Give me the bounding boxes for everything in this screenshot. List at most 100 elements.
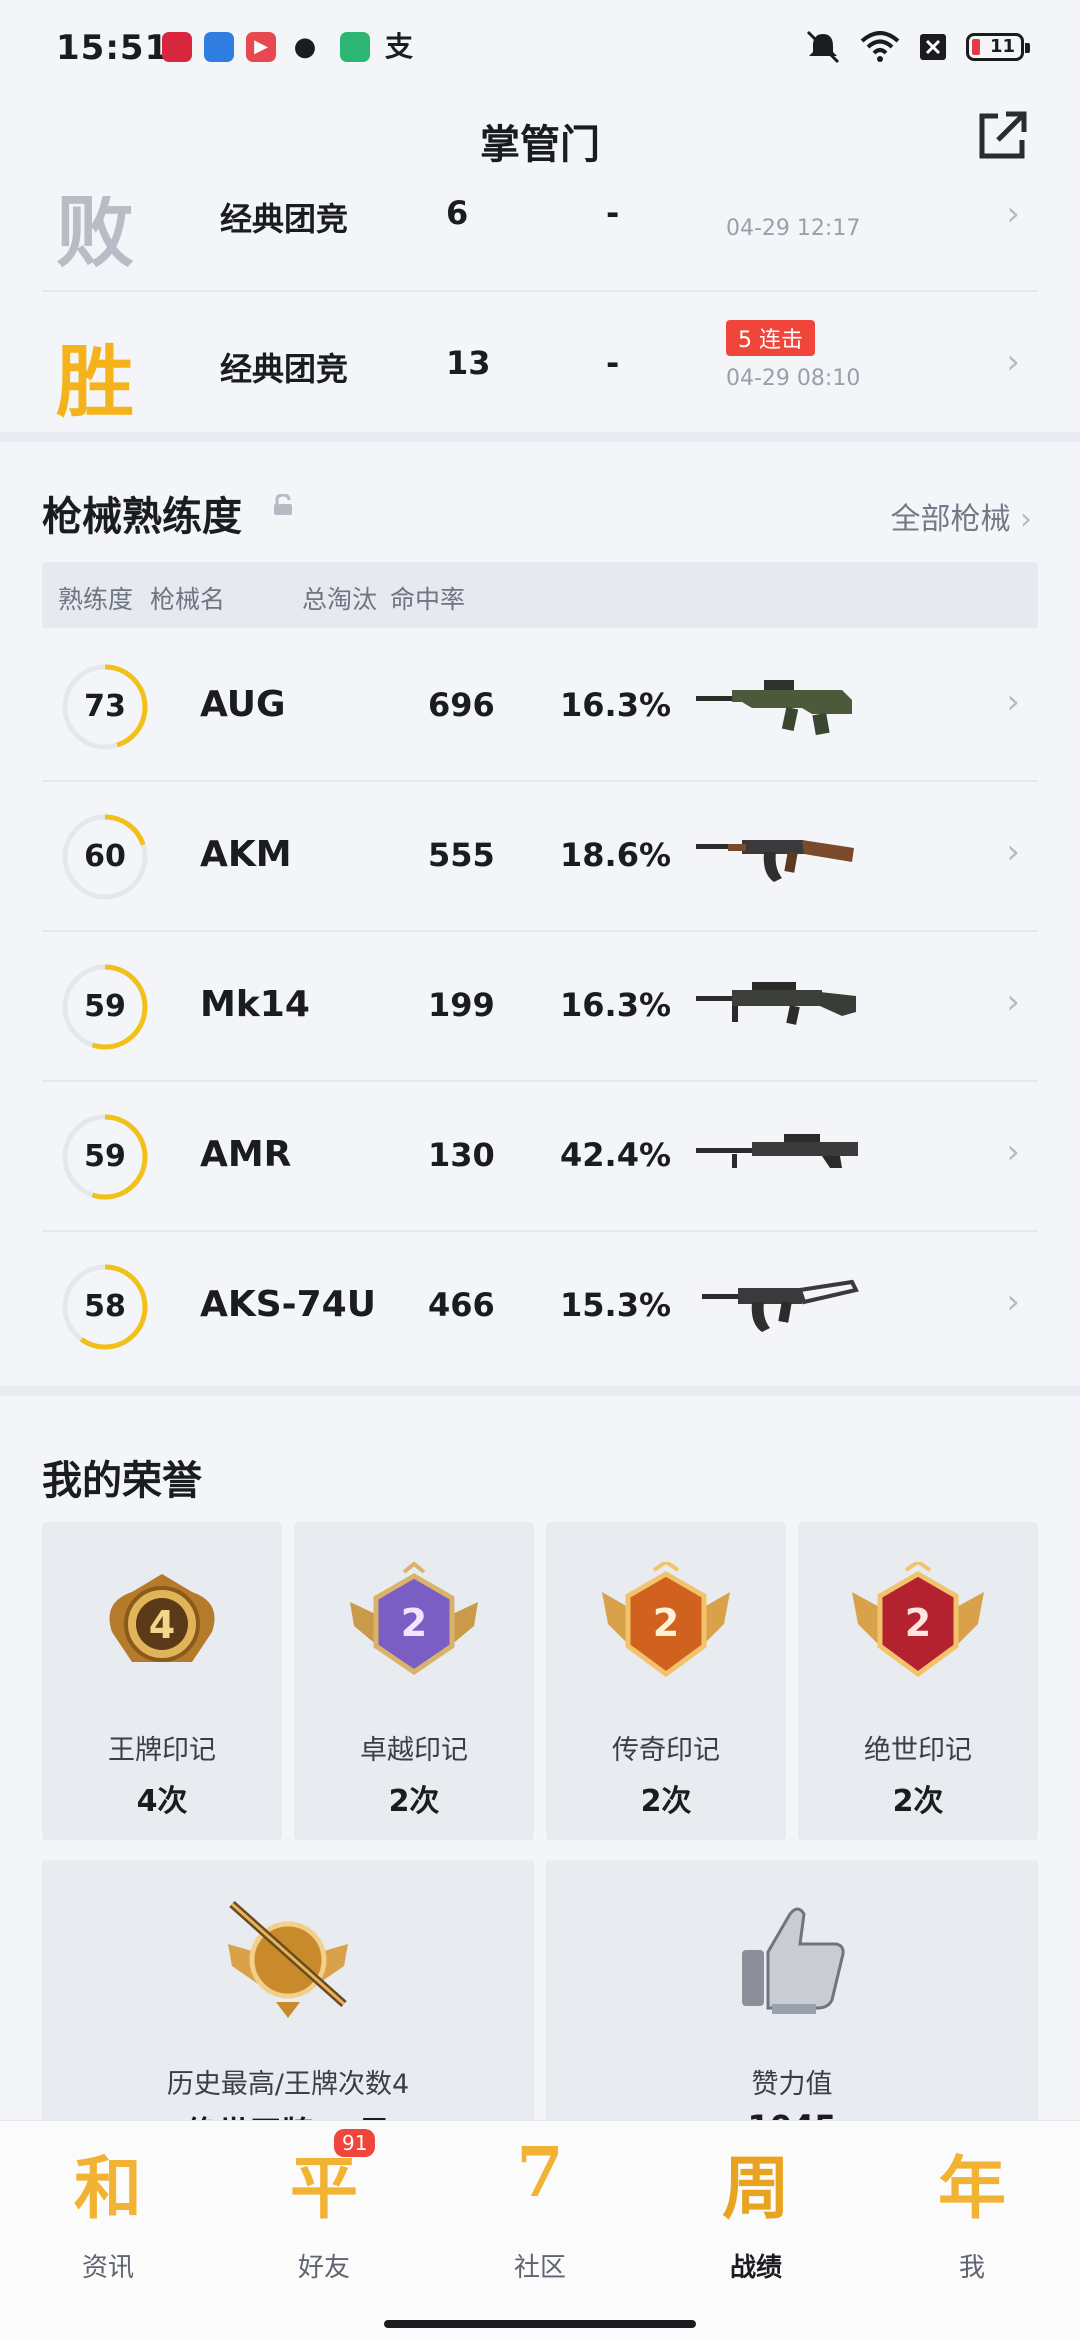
honors-section: 我的荣誉 4 王牌印记 4次 2 卓越印记 2次 2 传奇印记 2次 2 绝世印… [0,1400,1080,2160]
nav-tab-community[interactable]: 7 社区 [432,2121,648,2301]
nav-label: 社区 [513,2253,566,2283]
status-bar: 15:51 ▶ ● 支 11 [0,0,1080,96]
aks74u-rifle-icon [702,1279,859,1332]
gun-row[interactable]: 59 Mk14 199 16.3% › [42,932,1038,1082]
honor-count: 2次 [892,1784,944,1819]
nav-label: 我 [958,2253,985,2283]
gun-kills: 130 [428,1136,495,1174]
match-row[interactable]: 败 经典团竞 6 - 04-29 12:17 › [42,196,1038,292]
gun-name: Mk14 [200,984,310,1025]
gun-accuracy: 16.3% [560,986,672,1024]
rifle-emblem-icon [228,1901,348,2018]
app-notification-icon [340,32,370,62]
section-title: 枪械熟练度 [42,494,242,540]
gun-accuracy: 16.3% [560,686,672,724]
mute-icon [806,30,840,64]
proficiency-value: 60 [84,839,126,874]
honor-label: 历史最高/王牌次数4 [166,2069,410,2100]
see-all-guns-link[interactable]: 全部枪械 › [890,494,1032,538]
honor-card-peerless[interactable]: 2 绝世印记 2次 [798,1522,1038,1840]
excellence-medal-icon: 2 [350,1562,478,1676]
medal-number: 2 [653,1601,679,1645]
honor-card-legend[interactable]: 2 传奇印记 2次 [546,1522,786,1840]
column-header-kills: 总淘汰 [302,585,378,614]
app-screen: 15:51 ▶ ● 支 11 掌管门 败 经典团竞 6 - 04-29 12:1… [0,0,1080,2340]
gun-row[interactable]: 60 AKM 555 18.6% › [42,782,1038,932]
mk14-rifle-icon [696,982,856,1025]
chevron-right-icon: › [1006,982,1020,1022]
app-notification-icon [162,32,192,62]
aug-rifle-icon [696,680,852,736]
peerless-medal-icon: 2 [852,1562,984,1678]
honor-label: 赞力值 [751,2069,833,2100]
column-header-accuracy: 命中率 [390,585,466,614]
match-result-label: 胜 [56,337,135,428]
thumbs-up-icon [742,1907,845,2014]
match-time: 04-29 12:17 [726,216,861,241]
gun-kills: 466 [428,1286,495,1324]
honor-label: 卓越印记 [360,1735,468,1766]
nav-label: 资讯 [81,2253,134,2283]
medal-number: 2 [401,1601,427,1645]
honor-card-history-best[interactable]: 历史最高/王牌次数4 绝世王牌16星 [42,1860,534,2160]
match-mvp: - [606,344,620,382]
wifi-icon [860,31,900,62]
amr-sniper-icon [696,1134,858,1168]
proficiency-value: 59 [84,1139,126,1174]
gun-name: AKM [200,834,292,875]
chevron-right-icon: › [1006,196,1020,234]
gun-row[interactable]: 58 AKS-74U 466 15.3% › [42,1232,1038,1382]
chevron-right-icon: › [1006,682,1020,722]
medal-number: 2 [905,1601,931,1645]
honor-card-ace[interactable]: 4 王牌印记 4次 [42,1522,282,1840]
top-app-bar: 掌管门 [0,96,1080,196]
gun-row[interactable]: 59 AMR 130 42.4% › [42,1082,1038,1232]
match-row[interactable]: 胜 经典团竞 13 - 5 连击 04-29 08:10 › [42,294,1038,432]
stats-tab-icon: 周 [721,2149,790,2229]
nav-tab-me[interactable]: 年 我 [864,2121,1080,2301]
lock-icon[interactable] [272,494,294,516]
gun-accuracy: 15.3% [560,1286,672,1324]
see-all-label: 全部枪械 [890,502,1011,537]
match-mvp: - [606,196,620,232]
gun-table-header: 熟练度 枪械名 总淘汰 命中率 [42,562,1038,628]
community-tab-icon: 7 [516,2133,564,2213]
column-header-proficiency: 熟练度 [58,585,134,614]
chevron-right-icon: › [1006,342,1020,382]
gun-kills: 199 [428,986,495,1024]
gun-accuracy: 18.6% [560,836,672,874]
video-app-icon: ▶ [246,32,276,62]
share-external-icon[interactable] [972,106,1032,166]
wechat-icon: ● [293,32,317,62]
gun-kills: 555 [428,836,495,874]
match-result-label: 败 [56,196,135,278]
column-header-name: 枪械名 [150,585,226,614]
alipay-icon: 支 [384,30,413,63]
akm-rifle-icon [696,840,854,882]
gun-accuracy: 42.4% [560,1136,672,1174]
bottom-navigation: 和 资讯 平 91 好友 7 社区 周 战绩 年 我 [0,2120,1080,2340]
match-history-list: 败 经典团竞 6 - 04-29 12:17 › 胜 经典团竞 13 - 5 连… [0,196,1080,432]
proficiency-value: 73 [84,689,126,724]
honor-count: 4次 [136,1784,188,1819]
honor-card-likes[interactable]: 赞力值 1045 [546,1860,1038,2160]
ace-medal-icon: 4 [109,1574,215,1662]
gun-kills: 696 [428,686,495,724]
nav-label: 好友 [297,2253,350,2283]
chevron-right-icon: › [1006,1132,1020,1172]
app-notification-icon [204,32,234,62]
match-time: 04-29 08:10 [726,366,861,391]
honor-card-excellence[interactable]: 2 卓越印记 2次 [294,1522,534,1840]
friends-tab-icon: 平 [289,2149,358,2229]
battery-indicator: 11 [966,33,1030,61]
home-indicator[interactable] [384,2320,696,2328]
honor-count: 2次 [388,1784,440,1819]
honor-label: 王牌印记 [108,1735,216,1766]
gun-row[interactable]: 73 AUG 696 16.3% › [42,632,1038,782]
nav-tab-news[interactable]: 和 资讯 [0,2121,216,2301]
nav-label: 战绩 [729,2253,782,2283]
nav-tab-friends[interactable]: 平 91 好友 [216,2121,432,2301]
gun-name: AMR [200,1134,292,1175]
nav-tab-stats[interactable]: 周 战绩 [648,2121,864,2301]
honor-label: 绝世印记 [864,1735,972,1766]
